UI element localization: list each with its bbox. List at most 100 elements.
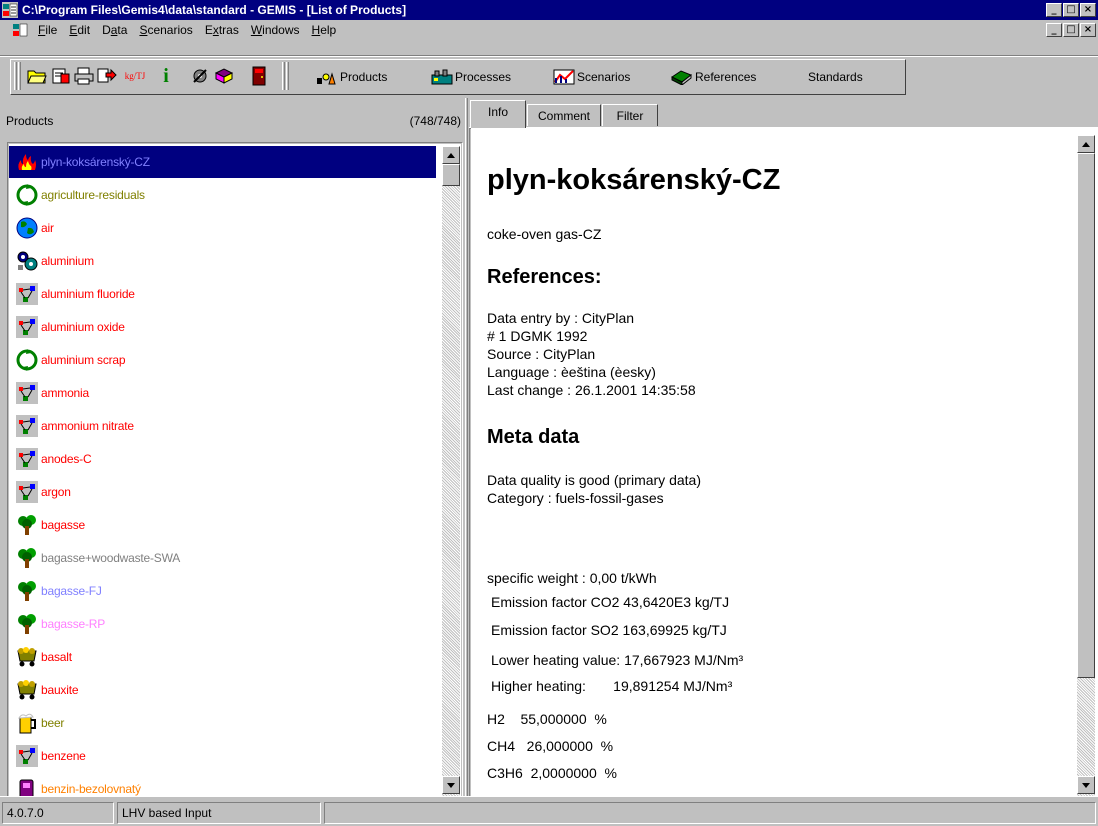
product-list-item[interactable]: ammonium nitrate xyxy=(9,410,436,442)
flame-icon xyxy=(15,150,39,174)
toolbar-grip[interactable] xyxy=(286,62,289,90)
tree-icon xyxy=(15,513,39,537)
product-name-label: aluminium oxide xyxy=(41,320,125,334)
detail-scrollbar[interactable] xyxy=(1077,135,1095,796)
status-message-panel xyxy=(324,802,1096,824)
input-mode-text: LHV based Input xyxy=(122,806,212,820)
menu-data[interactable]: Data xyxy=(96,23,133,37)
recycle-icon xyxy=(15,348,39,372)
reference-line: Data entry by : CityPlan xyxy=(487,310,635,326)
detail-scroll-up-button[interactable] xyxy=(1077,135,1095,153)
product-name-label: agriculture-residuals xyxy=(41,188,145,202)
menu-edit[interactable]: Edit xyxy=(63,23,96,37)
version-text: 4.0.7.0 xyxy=(7,806,44,820)
menu-extras[interactable]: Extras xyxy=(199,23,245,37)
toolbar-grip[interactable] xyxy=(282,62,285,90)
product-list-item[interactable]: anodes-C xyxy=(9,443,436,475)
product-list-item[interactable]: plyn-koksárenský-CZ xyxy=(9,146,436,178)
processes-label: Processes xyxy=(455,70,512,84)
meta-line: Category : fuels-fossil-gases xyxy=(487,490,664,506)
products-list[interactable]: plyn-koksárenský-CZ agriculture-residuals… xyxy=(9,144,461,796)
product-list-item[interactable]: beer xyxy=(9,707,436,739)
exit-door-icon[interactable] xyxy=(248,64,270,88)
product-list-item[interactable]: aluminium scrap xyxy=(9,344,436,376)
product-list-item[interactable]: ammonia xyxy=(9,377,436,409)
menu-windows[interactable]: Windows xyxy=(245,23,306,37)
menu-help[interactable]: Help xyxy=(306,23,343,37)
detail-scroll-down-button[interactable] xyxy=(1077,776,1095,794)
product-list-item[interactable]: bauxite xyxy=(9,674,436,706)
standards-label: Standards xyxy=(808,70,863,84)
product-list-item[interactable]: aluminium fluoride xyxy=(9,278,436,310)
unit-converter-icon[interactable]: kg/TJ xyxy=(122,64,148,88)
tab-info[interactable]: Info xyxy=(470,100,526,128)
emission-factor-so2: Emission factor SO2 163,69925 kg/TJ xyxy=(491,622,727,638)
maximize-button[interactable]: □ xyxy=(1063,3,1079,17)
input-mode-panel: LHV based Input xyxy=(117,802,321,824)
toolbar-grip[interactable] xyxy=(14,62,17,90)
unit-converter-label: kg/TJ xyxy=(124,71,146,81)
product-name-label: air xyxy=(41,221,54,235)
menu-file[interactable]: File xyxy=(32,23,63,37)
close-button[interactable]: × xyxy=(1080,3,1096,17)
print-icon[interactable] xyxy=(73,64,95,88)
panel-splitter[interactable] xyxy=(465,98,468,796)
minimize-button[interactable]: _ xyxy=(1046,3,1062,17)
product-list-item[interactable]: basalt xyxy=(9,641,436,673)
tree-icon xyxy=(15,579,39,603)
scenarios-button[interactable]: Scenarios xyxy=(553,66,630,88)
title-bar[interactable]: C:\Program Files\Gemis4\data\standard - … xyxy=(0,0,1098,20)
processes-button[interactable]: Processes xyxy=(431,66,511,88)
product-list-item[interactable]: bagasse+woodwaste-SWA xyxy=(9,542,436,574)
window-title: C:\Program Files\Gemis4\data\standard - … xyxy=(22,3,407,17)
product-name-label: bagasse+woodwaste-SWA xyxy=(41,551,181,565)
product-list-item[interactable]: bagasse xyxy=(9,509,436,541)
reference-line: Last change : 26.1.2001 14:35:58 xyxy=(487,382,696,398)
tree-icon xyxy=(15,546,39,570)
detail-scroll-thumb[interactable] xyxy=(1077,153,1095,678)
products-list-title: Products xyxy=(6,114,54,128)
product-list-item[interactable]: aluminium oxide xyxy=(9,311,436,343)
references-icon xyxy=(671,70,692,85)
tab-comment[interactable]: Comment xyxy=(527,104,601,126)
save-icon[interactable] xyxy=(50,64,72,88)
menu-divider xyxy=(0,55,1098,57)
export-icon[interactable] xyxy=(96,64,118,88)
scroll-down-button[interactable] xyxy=(442,776,460,794)
open-folder-icon[interactable] xyxy=(26,64,48,88)
toolbar-grip[interactable] xyxy=(18,62,21,90)
book-icon[interactable] xyxy=(213,64,235,88)
processes-icon xyxy=(431,69,453,85)
app-icon[interactable] xyxy=(2,2,18,18)
products-button[interactable]: Products xyxy=(316,66,387,88)
product-list-item[interactable]: aluminium xyxy=(9,245,436,277)
menu-scenarios[interactable]: Scenarios xyxy=(133,23,198,37)
product-list-item[interactable]: benzin-bezolovnatý xyxy=(9,773,436,796)
product-name-label: aluminium scrap xyxy=(41,353,126,367)
scroll-up-button[interactable] xyxy=(442,146,460,164)
product-list-item[interactable]: agriculture-residuals xyxy=(9,179,436,211)
info-icon[interactable]: i xyxy=(155,64,177,88)
product-name-label: ammonia xyxy=(41,386,89,400)
document-restore-button[interactable]: □ xyxy=(1063,23,1079,37)
scroll-thumb[interactable] xyxy=(442,164,460,186)
product-name-label: bagasse-FJ xyxy=(41,584,102,598)
product-list-item[interactable]: argon xyxy=(9,476,436,508)
chemical-icon xyxy=(15,282,39,306)
document-minimize-button[interactable]: _ xyxy=(1046,23,1062,37)
meta-line: Data quality is good (primary data) xyxy=(487,472,701,488)
standards-button[interactable]: Standards xyxy=(808,66,863,88)
product-list-item[interactable]: air xyxy=(9,212,436,244)
product-list-item[interactable]: bagasse-FJ xyxy=(9,575,436,607)
meta-data-heading: Meta data xyxy=(487,426,580,448)
products-list-scrollbar[interactable] xyxy=(442,146,460,796)
product-list-item[interactable]: benzene xyxy=(9,740,436,772)
document-close-button[interactable]: × xyxy=(1080,23,1096,37)
window-caption-buttons: _ □ × xyxy=(1045,3,1096,17)
settings-icon[interactable] xyxy=(189,64,211,88)
document-window-icon[interactable] xyxy=(12,22,28,38)
product-name-label: argon xyxy=(41,485,71,499)
references-button[interactable]: References xyxy=(671,66,756,88)
product-list-item[interactable]: bagasse-RP xyxy=(9,608,436,640)
tab-filter[interactable]: Filter xyxy=(602,104,658,126)
